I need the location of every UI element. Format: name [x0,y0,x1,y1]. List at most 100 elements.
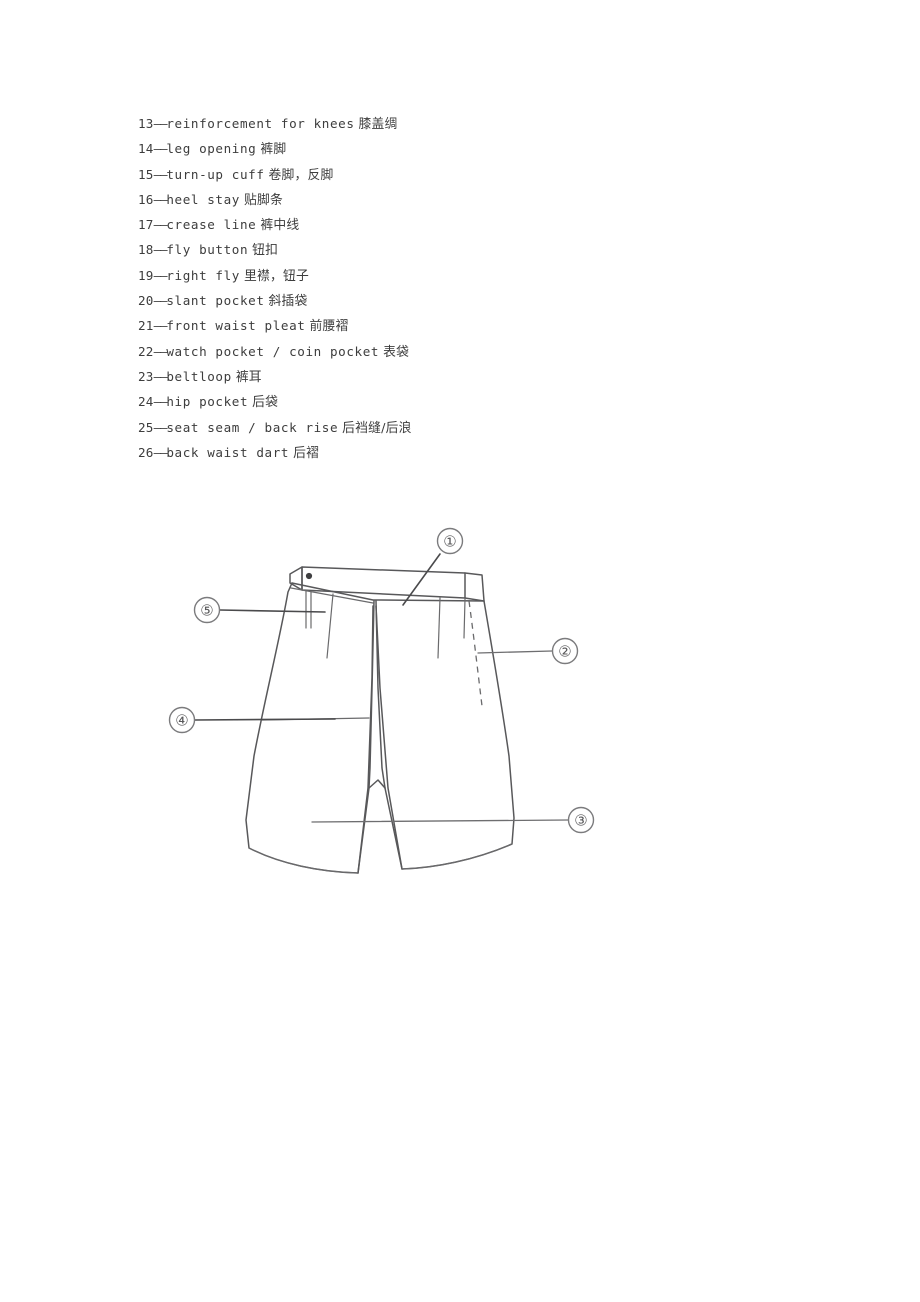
glossary-item-number: 26 [138,444,154,460]
glossary-item-chinese: 膝盖绸 [358,117,398,132]
glossary-item-dash: —— [153,318,168,334]
glossary-item-number: 13 [138,116,154,131]
garment-diagram: ① ② ③ ④ ⑤ [120,488,640,908]
glossary-item-number: 20 [138,293,154,309]
callout-label-4: ④ [175,712,188,730]
glossary-item-dash: —— [153,141,168,157]
glossary-item: 20——slant pocket 斜插袋 [138,289,738,314]
glossary-item-english: right fly [166,267,240,283]
callout-label-1: ① [443,533,456,551]
callout-marker-1: ① [436,527,464,555]
glossary-item-english: crease line [166,217,257,233]
callout-marker-2: ② [551,637,579,665]
glossary-item-number: 18 [138,242,154,258]
glossary-item-english: beltloop [166,368,232,384]
glossary-item: 23——beltloop 裤耳 [138,365,738,390]
glossary-item-number: 22 [138,343,154,359]
glossary-item-dash: —— [153,166,168,182]
glossary-item: 26——back waist dart 后褶 [138,441,738,466]
fly-button-dot [305,572,313,580]
glossary-item-english: watch pocket / coin pocket [166,343,380,359]
glossary-item-english: leg opening [166,141,257,157]
waistband [301,566,466,599]
glossary-item-dash: —— [153,444,168,460]
glossary-item-english: turn-up cuff [166,166,265,182]
glossary-item-number: 21 [138,318,154,334]
leader-5 [219,609,326,613]
callout-label-3: ③ [574,812,587,830]
glossary-item: 21——front waist pleat 前腰褶 [138,314,738,339]
glossary-item-english: back waist dart [166,444,290,460]
glossary-item-chinese: 卷脚，反脚 [268,167,334,183]
callout-marker-4: ④ [168,706,196,734]
glossary-item: 17——crease line 裤中线 [138,213,738,238]
glossary-item-dash: —— [153,267,168,283]
crotch-right-edge [384,787,403,870]
callout-label-2: ② [558,643,571,661]
glossary-item-dash: —— [153,394,168,410]
glossary-item-dash: —— [153,242,168,258]
glossary-item-chinese: 裤耳 [235,369,262,385]
glossary-item-chinese: 表袋 [383,344,410,360]
glossary-item-chinese: 后袋 [252,395,279,411]
left-hem [248,847,359,874]
glossary-item-chinese: 里襟，钮子 [243,268,309,284]
leader-4 [194,718,336,721]
leader-2 [477,650,553,654]
glossary-item-chinese: 裤脚 [260,142,287,158]
glossary-item-dash: —— [153,116,168,131]
slant-pocket-right [437,597,441,659]
crotch-left-edge [357,787,370,874]
glossary-item: 22——watch pocket / coin pocket 表袋 [138,340,738,365]
glossary-item-chinese: 后褶 [293,445,320,461]
glossary-item: 19——right fly 里襟，钮子 [138,264,738,289]
glossary-item-dash: —— [153,191,168,207]
glossary-item: 24——hip pocket 后袋 [138,390,738,415]
callout-label-5: ⑤ [200,602,213,620]
glossary-item-english: heel stay [166,191,240,207]
left-leg-outline [245,582,374,874]
glossary-item-number: 23 [138,368,154,384]
glossary-item-number: 17 [138,217,154,233]
glossary-item-english: fly button [166,242,249,258]
glossary-item-number: 15 [138,166,154,182]
slant-pocket-left [326,593,334,659]
waistband-right-end [464,572,485,602]
glossary-item-english: reinforcement for knees [166,116,355,131]
glossary-item-chinese: 钮扣 [252,243,279,259]
glossary-item-number: 16 [138,191,154,207]
glossary-item: 16——heel stay 贴脚条 [138,188,738,213]
waist-seam [291,582,485,602]
waistband-tab [289,566,303,591]
glossary-item-chinese: 斜插袋 [268,294,308,310]
glossary-item: 13——reinforcement for knees 膝盖绸 [138,112,738,137]
glossary-item-dash: —— [153,343,168,359]
glossary-list: 13——reinforcement for knees 膝盖绸 14——leg op… [138,112,738,466]
glossary-item: 18——fly button 钮扣 [138,238,738,263]
glossary-item-chinese: 裤中线 [260,218,300,234]
front-waist-pleat [463,598,466,639]
center-front-seam [368,600,375,789]
glossary-item-chinese: 贴脚条 [243,192,283,208]
glossary-item: 14——leg opening 裤脚 [138,137,738,162]
glossary-item-english: seat seam / back rise [166,419,339,435]
glossary-item: 15——turn-up cuff 卷脚，反脚 [138,163,738,188]
glossary-item-number: 24 [138,394,154,410]
glossary-item-dash: —— [153,293,168,309]
glossary-item-dash: —— [153,419,168,435]
leader-1 [402,553,441,606]
glossary-item-dash: —— [153,217,168,233]
glossary-item-english: front waist pleat [166,318,306,334]
callout-marker-5: ⑤ [193,596,221,624]
leader-3 [311,819,569,823]
crotch-point [368,779,386,789]
right-hem [401,843,513,870]
glossary-item-english: hip pocket [166,394,249,410]
right-leg-outline [375,600,515,870]
glossary-item-chinese: 前腰褶 [309,319,349,335]
glossary-item: 25——seat seam / back rise 后裆缝/后浪 [138,416,738,441]
glossary-item-number: 19 [138,267,154,283]
glossary-item-number: 25 [138,419,154,435]
glossary-item-chinese: 后裆缝/后浪 [342,420,412,436]
glossary-item-english: slant pocket [166,293,265,309]
